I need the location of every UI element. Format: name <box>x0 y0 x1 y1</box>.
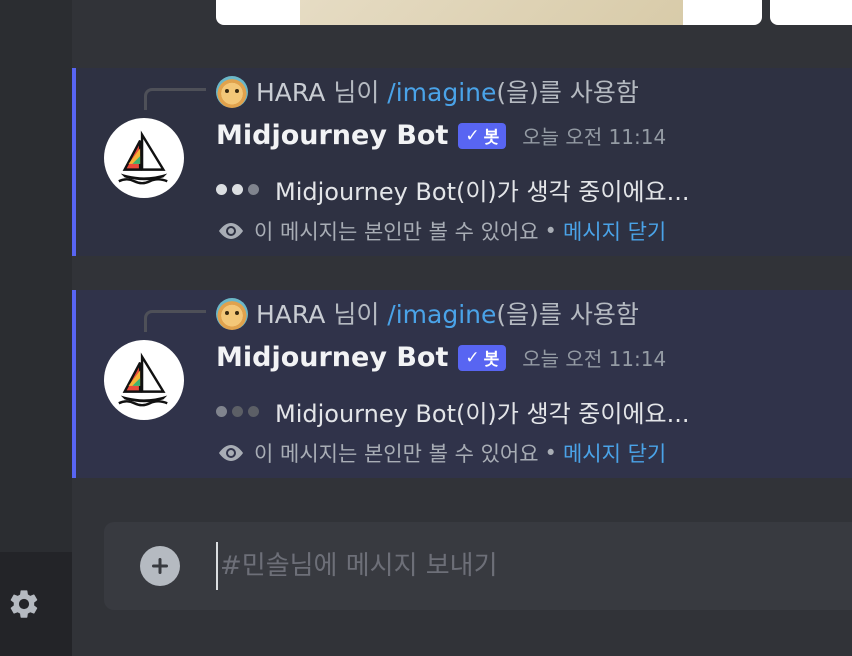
message-text: Midjourney Bot(이)가 생각 중이에요... <box>275 400 690 428</box>
ephemeral-notice: 이 메시지는 본인만 볼 수 있어요 • 메시지 닫기 <box>216 216 666 246</box>
dot <box>232 406 243 417</box>
dismiss-message-link[interactable]: 메시지 닫기 <box>563 216 666 246</box>
reply-username[interactable]: HARA <box>256 78 325 107</box>
sailboat-logo-icon <box>118 130 168 185</box>
command-reply-context: HARA 님이 /imagine(을)를 사용함 <box>256 295 639 331</box>
separator: • <box>544 441 557 465</box>
checkmark-icon: ✓ <box>465 125 480 146</box>
author-name[interactable]: Midjourney Bot <box>216 120 448 151</box>
hamster-avatar-icon[interactable] <box>216 76 248 108</box>
user-settings-button[interactable] <box>6 586 42 622</box>
message-text: Midjourney Bot(이)가 생각 중이에요... <box>275 178 690 206</box>
bot-avatar[interactable] <box>104 340 184 420</box>
reply-suffix: 님이 <box>325 78 388 107</box>
ephemeral-notice: 이 메시지는 본인만 볼 수 있어요 • 메시지 닫기 <box>216 438 666 468</box>
separator: • <box>544 219 557 243</box>
bot-badge: ✓ 봇 <box>458 122 507 149</box>
image-attachment[interactable] <box>216 0 762 25</box>
message-header: Midjourney Bot ✓ 봇 오늘 오전 11:14 <box>216 120 666 151</box>
ephemeral-message: HARA 님이 /imagine(을)를 사용함 Midjourney Bot … <box>72 68 852 256</box>
eye-icon <box>219 445 243 461</box>
thinking-dots-icon <box>216 184 259 195</box>
ephemeral-message: HARA 님이 /imagine(을)를 사용함 Midjourney Bot … <box>72 290 852 478</box>
message-timestamp[interactable]: 오늘 오전 11:14 <box>522 343 666 372</box>
hamster-avatar-icon[interactable] <box>216 298 248 330</box>
reply-spine <box>144 88 206 110</box>
dot <box>248 184 259 195</box>
reply-suffix: 님이 <box>325 300 388 329</box>
server-rail <box>0 0 72 552</box>
dot <box>216 406 227 417</box>
sailboat-logo-icon <box>118 352 168 407</box>
thinking-dots-icon <box>216 406 259 417</box>
image-attachment[interactable] <box>770 0 852 25</box>
message-timestamp[interactable]: 오늘 오전 11:14 <box>522 121 666 150</box>
dot <box>232 184 243 195</box>
ephemeral-text: 이 메시지는 본인만 볼 수 있어요 <box>254 220 539 244</box>
dot <box>248 406 259 417</box>
bot-avatar[interactable] <box>104 118 184 198</box>
eye-icon <box>219 223 243 239</box>
slash-command-link[interactable]: /imagine <box>387 300 496 329</box>
checkmark-icon: ✓ <box>465 347 480 368</box>
message-header: Midjourney Bot ✓ 봇 오늘 오전 11:14 <box>216 342 666 373</box>
reply-spine <box>144 310 206 332</box>
author-name[interactable]: Midjourney Bot <box>216 342 448 373</box>
reply-username[interactable]: HARA <box>256 300 325 329</box>
command-reply-context: HARA 님이 /imagine(을)를 사용함 <box>256 73 639 109</box>
bot-badge-label: 봇 <box>483 128 500 148</box>
attachment-image <box>300 0 683 25</box>
message-content: Midjourney Bot(이)가 생각 중이에요... <box>216 394 690 429</box>
bot-badge: ✓ 봇 <box>458 344 507 371</box>
ephemeral-text: 이 메시지는 본인만 볼 수 있어요 <box>254 442 539 466</box>
bot-badge-label: 봇 <box>483 350 500 370</box>
dot <box>216 184 227 195</box>
message-input[interactable] <box>216 542 842 590</box>
dismiss-message-link[interactable]: 메시지 닫기 <box>563 438 666 468</box>
slash-command-link[interactable]: /imagine <box>387 78 496 107</box>
add-attachment-button[interactable] <box>140 546 180 586</box>
reply-suffix: (을)를 사용함 <box>496 78 639 107</box>
message-content: Midjourney Bot(이)가 생각 중이에요... <box>216 172 690 207</box>
plus-circle-icon <box>152 558 168 574</box>
gear-icon <box>10 590 38 618</box>
reply-suffix: (을)를 사용함 <box>496 300 639 329</box>
message-composer <box>104 522 852 610</box>
